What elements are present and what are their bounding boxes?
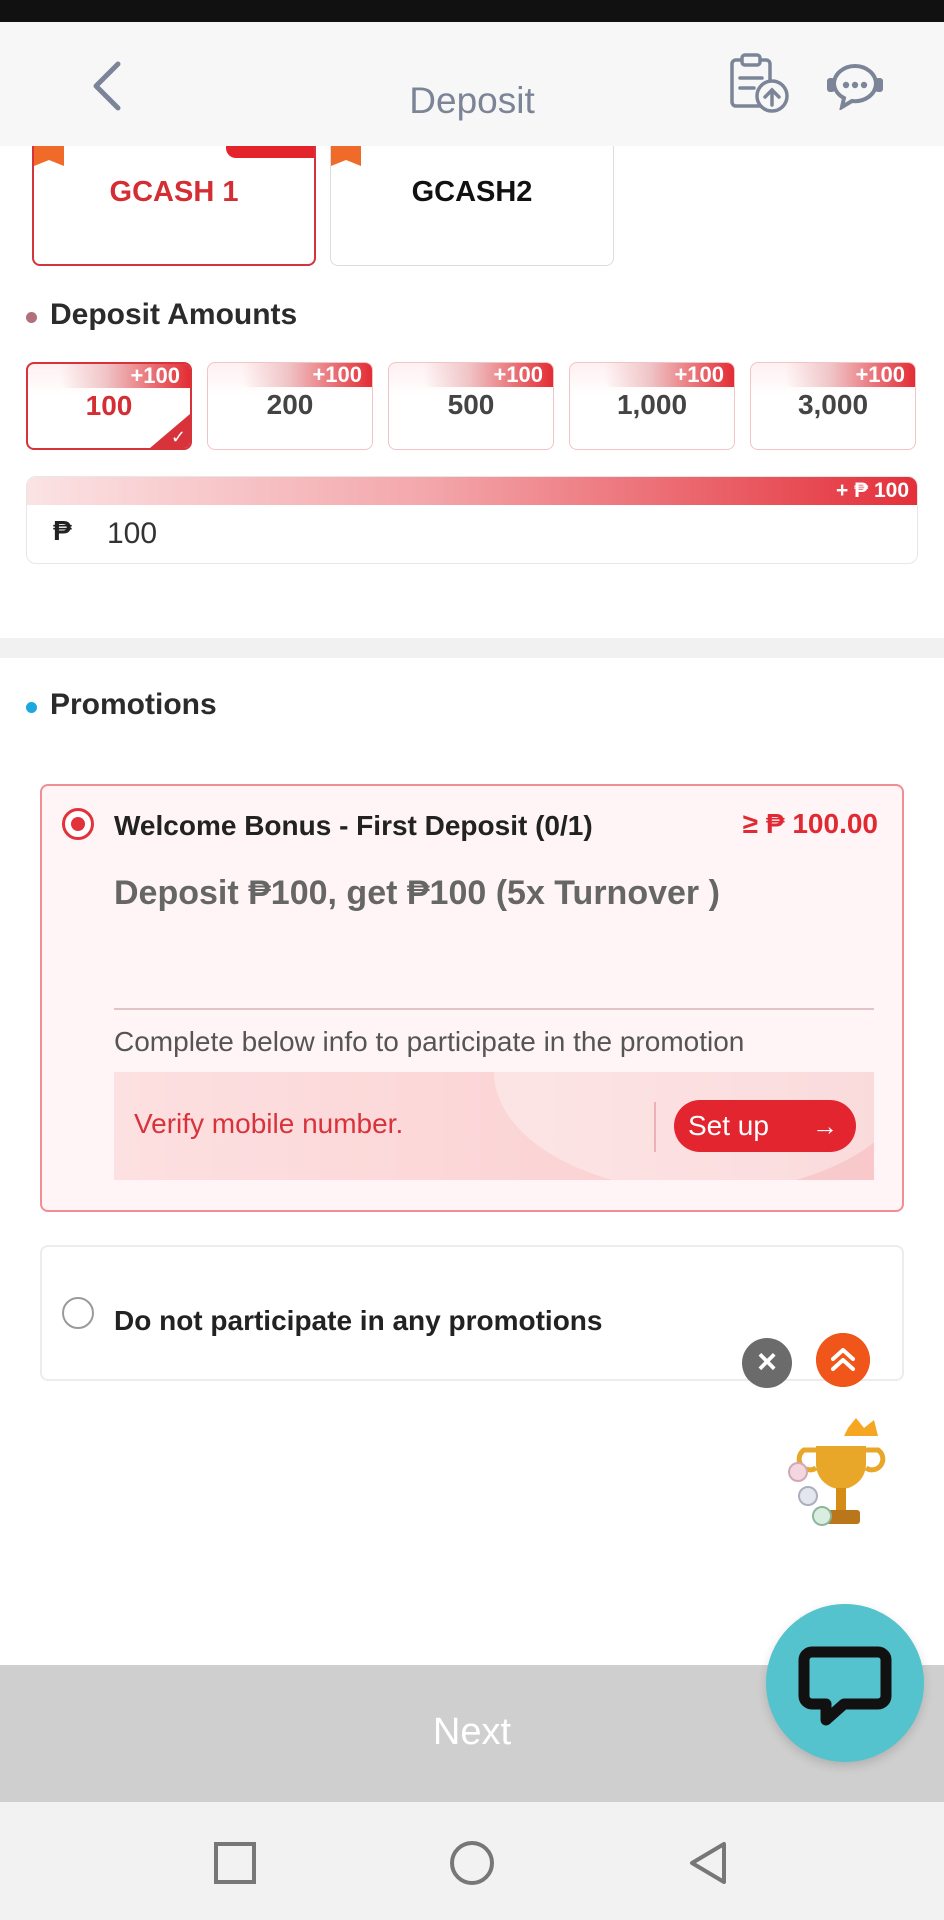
amount-option-200[interactable]: +100 200 xyxy=(207,362,373,450)
section-dot xyxy=(26,312,37,323)
bonus-badge: +100 xyxy=(242,363,372,387)
bonus-banner: + ₱ 100 xyxy=(27,477,917,505)
deposit-amounts-title: Deposit Amounts xyxy=(50,298,298,331)
recent-apps-icon[interactable] xyxy=(210,1838,260,1888)
bonus-badge: +100 xyxy=(423,363,553,387)
bonus-badge: +100 xyxy=(785,363,915,387)
amount-option-1000[interactable]: +100 1,000 xyxy=(569,362,735,450)
live-chat-icon[interactable] xyxy=(766,1604,924,1762)
promotion-name: Welcome Bonus - First Deposit (0/1) xyxy=(114,810,593,841)
bonus-banner-text: + ₱ 100 xyxy=(836,479,909,502)
amount-option-3000[interactable]: +100 3,000 xyxy=(750,362,916,450)
amount-input[interactable]: + ₱ 100 ₱ 100 xyxy=(26,476,918,564)
arrow-right-icon: → xyxy=(812,1111,838,1141)
promo-tag xyxy=(226,146,314,158)
amount-value: 500 xyxy=(447,389,495,420)
clipboard-upload-icon[interactable] xyxy=(728,52,790,114)
radio-selected[interactable] xyxy=(62,808,94,840)
double-chevron-up-icon[interactable] xyxy=(816,1333,870,1387)
separator xyxy=(654,1102,656,1152)
status-bar xyxy=(0,0,944,22)
payment-method-name: GCASH2 xyxy=(411,176,533,208)
bonus-badge: +100 xyxy=(604,363,734,387)
no-promotion-label: Do not participate in any promotions xyxy=(114,1305,603,1336)
setup-button-label: Set up xyxy=(688,1110,769,1141)
section-dot xyxy=(26,702,37,713)
payment-method-name: GCASH 1 xyxy=(109,176,239,208)
ribbon-icon xyxy=(34,146,64,166)
radio-unselected[interactable] xyxy=(62,1297,94,1329)
payment-method-gcash1[interactable]: GCASH 1 xyxy=(32,146,316,266)
amount-input-value[interactable]: 100 xyxy=(107,517,157,551)
amount-value: 1,000 xyxy=(616,389,688,420)
verify-mobile-banner: Verify mobile number. Set up → xyxy=(114,1072,874,1180)
promotions-title: Promotions xyxy=(50,688,217,721)
home-icon[interactable] xyxy=(447,1838,497,1888)
payment-method-gcash2[interactable]: GCASH2 xyxy=(330,146,614,266)
verify-mobile-text: Verify mobile number. xyxy=(134,1108,404,1139)
page-title: Deposit xyxy=(409,80,535,121)
back-triangle-icon[interactable] xyxy=(684,1838,734,1888)
amount-value: 3,000 xyxy=(797,389,869,420)
system-nav-bar xyxy=(0,1802,944,1920)
currency-symbol: ₱ xyxy=(53,515,72,546)
amount-value: 100 xyxy=(85,390,133,421)
promotion-minimum: ≥ ₱ 100.00 xyxy=(742,808,878,839)
promotion-welcome-bonus[interactable]: Welcome Bonus - First Deposit (0/1) ≥ ₱ … xyxy=(40,784,904,1212)
ribbon-icon xyxy=(331,146,361,166)
header: Deposit xyxy=(0,22,944,146)
close-icon[interactable]: × xyxy=(742,1338,792,1388)
divider xyxy=(114,1008,874,1010)
promotion-description: Deposit ₱100, get ₱100 (5x Turnover ) xyxy=(114,874,720,912)
section-divider xyxy=(0,638,944,658)
amount-value: 200 xyxy=(266,389,314,420)
amount-option-500[interactable]: +100 500 xyxy=(388,362,554,450)
amount-option-100[interactable]: +100 100 ✓ xyxy=(26,362,192,450)
promotion-note: Complete below info to participate in th… xyxy=(114,1026,745,1057)
trophy-icon[interactable] xyxy=(786,1416,896,1544)
bonus-badge: +100 xyxy=(60,364,190,388)
setup-button[interactable]: Set up → xyxy=(674,1100,856,1152)
chat-support-icon[interactable] xyxy=(826,60,884,110)
